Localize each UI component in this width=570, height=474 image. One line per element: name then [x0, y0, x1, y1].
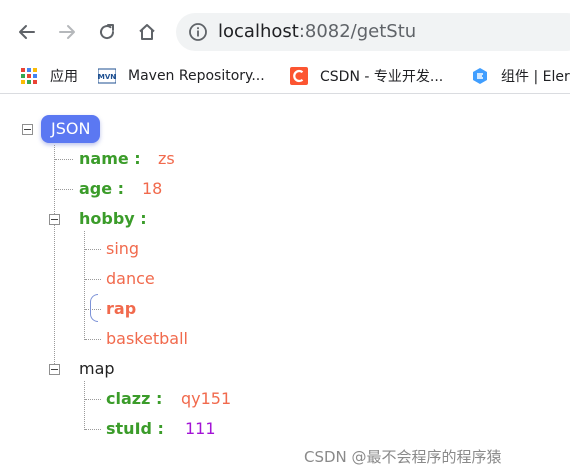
reload-button[interactable] [93, 18, 121, 46]
svg-text:MVN: MVN [98, 73, 116, 81]
hobby-item: basketball [106, 329, 188, 348]
bookmark-label: 组件 | Eler [501, 69, 570, 85]
tree-connector [84, 381, 85, 430]
mvn-icon: MVN [98, 68, 116, 84]
value-clazz: qy151 [181, 389, 232, 408]
forward-arrow-icon [59, 25, 75, 39]
key-age: age : [79, 179, 125, 198]
address-bar[interactable]: localhost:8082/getStu [176, 13, 570, 51]
tree-connector [55, 189, 73, 190]
bookmark-label: CSDN - 专业开发... [320, 69, 444, 85]
key-name: name : [79, 149, 141, 168]
info-icon[interactable] [188, 22, 208, 42]
collapse-map-toggle[interactable] [49, 364, 60, 375]
url-path: :8082/getStu [298, 21, 417, 42]
tree-connector [84, 231, 85, 340]
bookmark-maven[interactable]: MVN Maven Repository... [98, 63, 265, 89]
apps-grid-icon [21, 68, 37, 84]
browser-toolbar: localhost:8082/getStu [0, 0, 570, 58]
tree-connector [85, 249, 101, 250]
key-map: map [79, 359, 115, 378]
json-tree-view: JSON name : zs age : 18 hobby : sing dan… [0, 95, 570, 474]
tree-connector [85, 399, 101, 400]
back-button[interactable] [13, 18, 41, 46]
back-arrow-icon [19, 25, 35, 39]
key-clazz: clazz : [106, 389, 163, 408]
collapse-root-toggle[interactable] [22, 124, 33, 135]
collapse-hobby-toggle[interactable] [49, 214, 60, 225]
bookmark-label: 应用 [50, 69, 78, 85]
csdn-icon [290, 67, 308, 85]
key-hobby: hobby : [79, 209, 147, 228]
key-stuId: stuId : [106, 419, 164, 438]
url-text[interactable]: localhost:8082/getStu [218, 21, 416, 43]
hobby-item: dance [106, 269, 155, 288]
bookmark-label: Maven Repository... [128, 68, 265, 84]
value-age: 18 [142, 179, 163, 198]
bookmark-csdn[interactable]: CSDN - 专业开发... [290, 63, 443, 89]
element-icon [473, 68, 487, 84]
home-icon [139, 24, 155, 40]
hobby-item: sing [106, 239, 140, 258]
tree-connector [85, 339, 101, 340]
forward-button[interactable] [53, 18, 81, 46]
tree-connector [55, 159, 73, 160]
bookmark-apps[interactable]: 应用 [20, 63, 78, 89]
url-host: localhost [218, 21, 299, 42]
reload-icon [100, 24, 115, 40]
value-stuId: 111 [185, 419, 216, 438]
tree-connector [85, 279, 101, 280]
watermark-text: CSDN @最不会程序的程序猿 [304, 448, 502, 466]
value-name: zs [158, 149, 175, 168]
bookmark-element[interactable]: 组件 | Eler [471, 63, 570, 89]
hobby-item-highlighted: rap [106, 299, 137, 318]
tree-connector [54, 145, 55, 370]
json-root-node[interactable]: JSON [41, 115, 101, 143]
selection-bracket [90, 294, 98, 322]
tree-connector [85, 429, 101, 430]
bookmarks-bar: 应用 MVN Maven Repository... CSDN - 专业开发..… [0, 58, 570, 94]
home-button[interactable] [133, 18, 161, 46]
